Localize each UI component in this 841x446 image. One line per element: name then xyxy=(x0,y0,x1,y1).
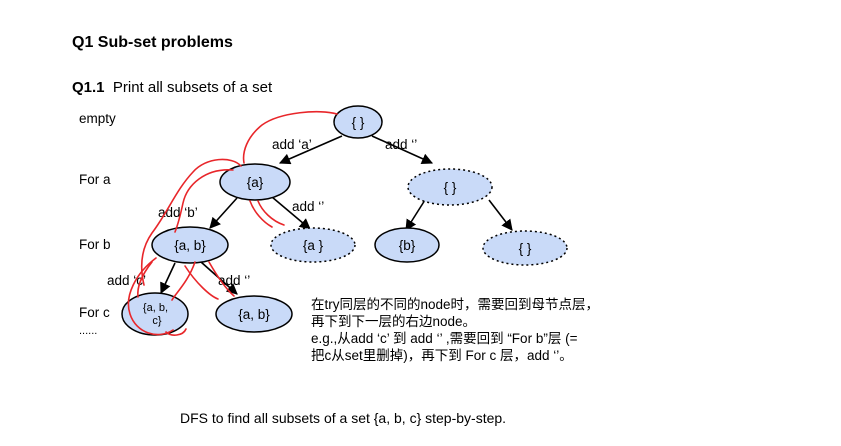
node-abc xyxy=(121,292,189,336)
note-line-4: 把c从set里删掉)，再下到 For c 层，add ‘’。 xyxy=(311,348,573,363)
node-label-ab-2: {a, b} xyxy=(238,307,270,322)
node-label-a: {a} xyxy=(247,175,264,190)
edge-label-add-empty-a: add ‘’ xyxy=(292,199,324,214)
explanation-note: 在try同层的不同的node时，需要回到母节点层， 再下到下一层的右边node。… xyxy=(311,296,599,364)
note-line-2: 再下到下一层的右边node。 xyxy=(311,314,477,329)
note-line-3: e.g.,从add ‘c’ 到 add ‘’ ,需要回到 “For b”层 (= xyxy=(311,331,578,346)
edge-label-add-b: add ‘b’ xyxy=(158,205,198,220)
dfs-tree-diagram: add ‘a’ add ‘’ add ‘b’ add ‘’ add ‘c’ ad… xyxy=(107,105,568,336)
edge-label-add-empty-root: add ‘’ xyxy=(385,137,417,152)
edge-label-add-a: add ‘a’ xyxy=(272,137,312,152)
edge-label-add-empty-ab: add ‘’ xyxy=(218,273,250,288)
edge-ab-abc xyxy=(160,262,176,295)
node-label-root: { } xyxy=(352,115,365,130)
node-label-b: {b} xyxy=(399,238,416,253)
figure-caption: DFS to find all subsets of a set {a, b, … xyxy=(180,410,507,426)
edge-a-ab xyxy=(209,197,238,229)
node-label-a-dotted: {a } xyxy=(303,238,324,253)
edge-empty1-b xyxy=(405,199,426,231)
node-label-ab: {a, b} xyxy=(174,238,206,253)
note-line-1: 在try同层的不同的node时，需要回到母节点层， xyxy=(311,297,600,312)
node-label-empty-1: { } xyxy=(444,180,457,195)
page: Q1 Sub-set problems Q1.1 Print all subse… xyxy=(0,0,841,446)
node-label-empty-2: { } xyxy=(519,241,532,256)
edge-empty1-empty2 xyxy=(488,199,513,231)
